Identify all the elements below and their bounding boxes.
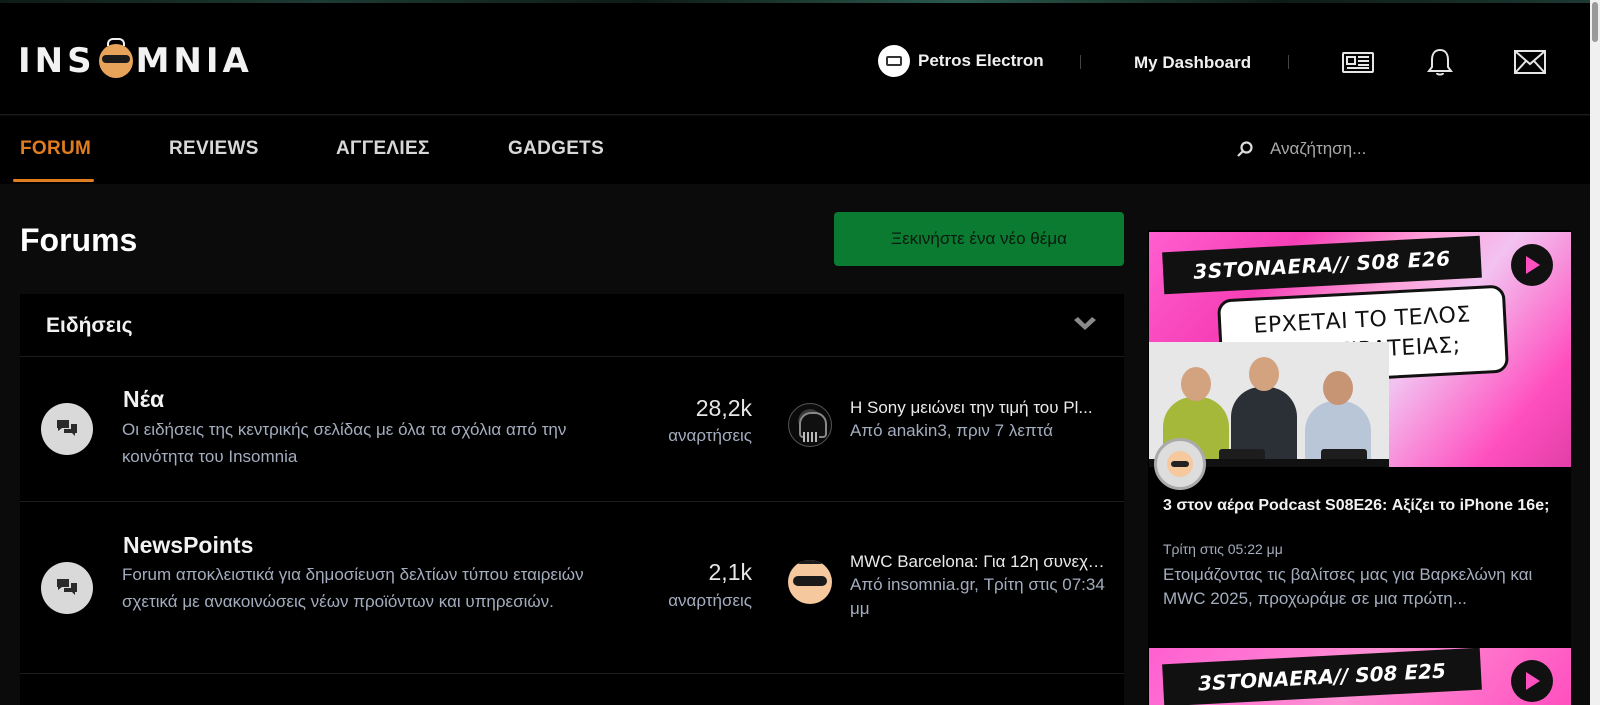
newspaper-icon[interactable] xyxy=(1341,47,1375,77)
forum-name[interactable]: Νέα xyxy=(123,386,164,413)
forum-section-panel: Ειδήσεις Νέα Οι ειδήσεις της κεντρικής σ… xyxy=(20,294,1124,705)
page-scrollbar[interactable] xyxy=(1590,0,1600,705)
episode-tag: 3STONAERA// S08 E25 xyxy=(1162,648,1482,705)
forum-row[interactable]: Νέα Οι ειδήσεις της κεντρικής σελίδας με… xyxy=(20,357,1124,502)
logo-text-left: INS xyxy=(18,41,96,81)
header-divider xyxy=(1288,55,1289,69)
bell-icon[interactable] xyxy=(1423,47,1457,77)
search-input[interactable] xyxy=(1270,135,1570,163)
podcast-post-date: Τρίτη στις 05:22 μμ xyxy=(1163,541,1283,557)
podcast-video-thumbnail[interactable]: 3STONAERA// S08 E25 xyxy=(1149,648,1571,705)
forum-row[interactable]: NewsPoints Forum αποκλειστικά για δημοσί… xyxy=(20,502,1124,674)
new-topic-button[interactable]: Ξεκινήστε ένα νέο θέμα xyxy=(834,212,1124,266)
last-post-meta: Από anakin3, πριν 7 λεπτά xyxy=(850,421,1053,440)
last-post-title[interactable]: Η Sony μειώνει την τιμή του Pl... xyxy=(850,398,1108,418)
mail-icon[interactable] xyxy=(1513,47,1547,77)
podcast-sidebar: 3STONAERA// S08 E26 ΕΡΧΕΤΑΙ ΤΟ ΤΕΛΟΣ ΤΗΣ… xyxy=(1148,230,1571,705)
insomnia-logo-avatar[interactable] xyxy=(788,560,832,604)
section-title: Ειδήσεις xyxy=(46,314,133,337)
post-count-label: αναρτήσεις xyxy=(668,591,752,610)
forum-chat-icon xyxy=(41,562,93,614)
play-icon[interactable] xyxy=(1511,660,1553,702)
episode-tag: 3STONAERA// S08 E26 xyxy=(1162,235,1482,295)
nav-forum[interactable]: FORUM xyxy=(20,138,91,160)
user-avatar[interactable] xyxy=(878,45,910,77)
podcast-post-excerpt: Ετοιμάζοντας τις βαλίτσες μας για Βαρκελ… xyxy=(1163,565,1533,608)
page-title: Forums xyxy=(20,222,138,258)
nav-active-underline xyxy=(13,179,94,182)
site-header: INS MNIA Petros Electron My Dashboard xyxy=(0,3,1590,115)
post-count-label: αναρτήσεις xyxy=(668,426,752,445)
scrollbar-thumb[interactable] xyxy=(1592,2,1598,42)
podcast-video-thumbnail[interactable]: 3STONAERA// S08 E26 ΕΡΧΕΤΑΙ ΤΟ ΤΕΛΟΣ ΤΗΣ… xyxy=(1149,232,1571,467)
insomnia-logo[interactable]: INS MNIA xyxy=(18,38,253,81)
header-divider xyxy=(1080,55,1081,69)
my-dashboard-link[interactable]: My Dashboard xyxy=(1134,53,1251,73)
podcast-post-title[interactable]: 3 στον αέρα Podcast S08E26: Αξίζει το iP… xyxy=(1163,496,1558,516)
last-post-title[interactable]: MWC Barcelona: Για 12η συνεχό... xyxy=(850,552,1108,572)
logo-text-right: MNIA xyxy=(135,41,253,81)
logo-wordmark: INS MNIA xyxy=(18,38,253,81)
podcast-author-avatar[interactable] xyxy=(1154,438,1206,490)
forum-chat-icon xyxy=(41,403,93,455)
darth-vader-avatar[interactable] xyxy=(788,403,832,447)
chevron-down-icon[interactable] xyxy=(1072,316,1098,334)
main-nav: FORUM REVIEWS ΑΓΓΕΛΙΕΣ GADGETS xyxy=(0,116,1590,184)
section-header[interactable]: Ειδήσεις xyxy=(20,294,1124,357)
user-menu[interactable]: Petros Electron xyxy=(878,45,1044,77)
search-icon[interactable] xyxy=(1236,140,1254,158)
post-count: 2,1k xyxy=(708,559,752,585)
play-icon[interactable] xyxy=(1511,244,1553,286)
last-post-meta: Από insomnia.gr, Τρίτη στις 07:34 μμ xyxy=(850,575,1105,618)
user-name[interactable]: Petros Electron xyxy=(918,51,1044,71)
forum-description: Forum αποκλειστικά για δημοσίευση δελτίω… xyxy=(122,565,584,611)
nav-gadgets[interactable]: GADGETS xyxy=(508,138,604,160)
forum-name[interactable]: NewsPoints xyxy=(123,532,253,559)
nav-aggelies[interactable]: ΑΓΓΕΛΙΕΣ xyxy=(336,138,430,160)
nav-reviews[interactable]: REVIEWS xyxy=(169,138,259,160)
forum-description: Οι ειδήσεις της κεντρικής σελίδας με όλα… xyxy=(122,420,567,466)
post-count: 28,2k xyxy=(695,395,752,421)
logo-eye-icon xyxy=(98,38,133,78)
